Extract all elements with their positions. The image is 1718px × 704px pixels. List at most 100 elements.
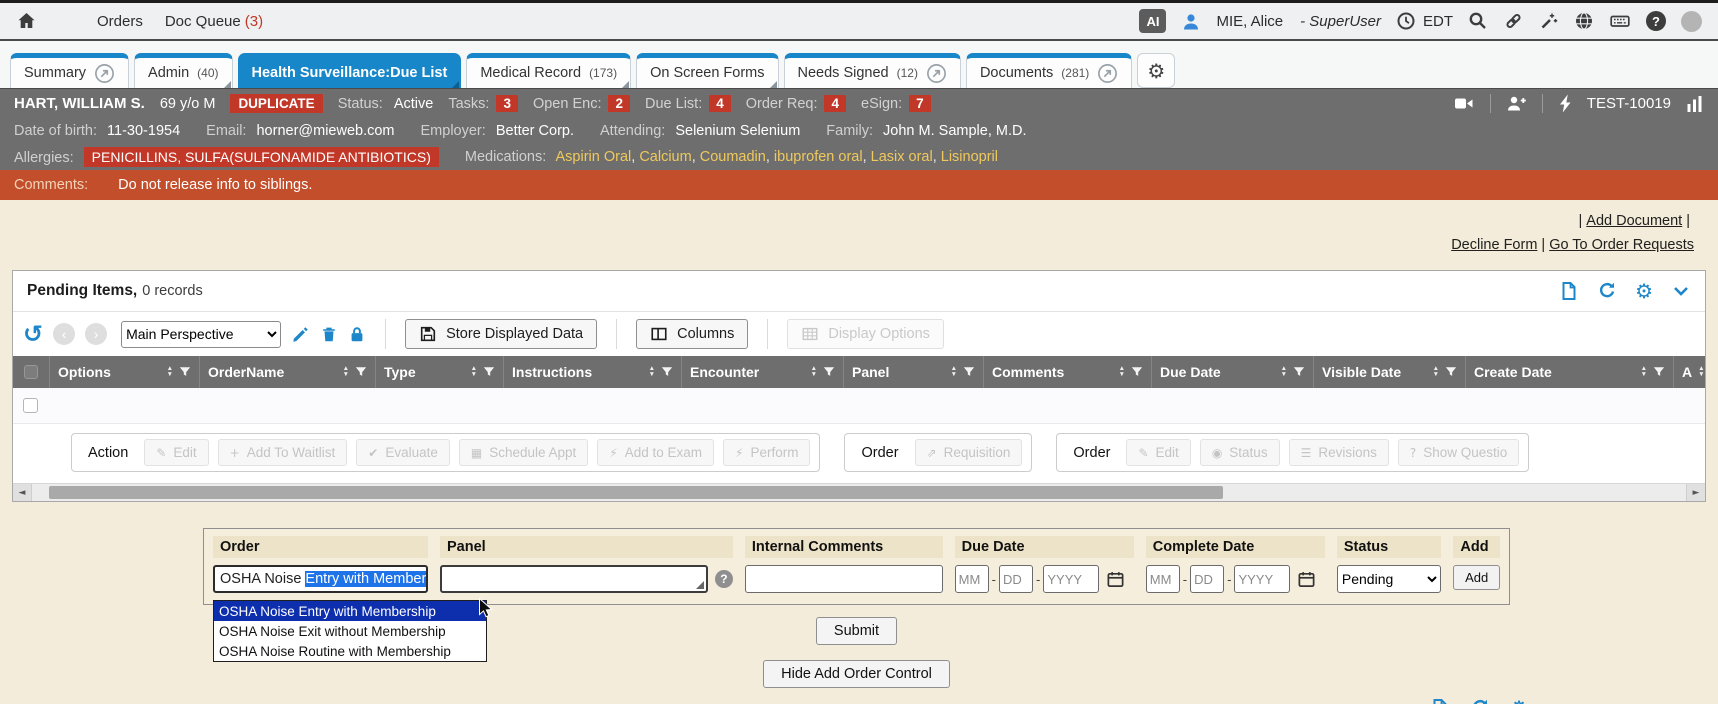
add-person-icon[interactable]: [1506, 94, 1527, 113]
tab[interactable]: Medical Record (173): [466, 53, 631, 88]
status-select[interactable]: Pending: [1337, 565, 1441, 593]
due-date-dd-input[interactable]: [999, 565, 1033, 593]
scroll-right-arrow[interactable]: ►: [1686, 484, 1705, 501]
tab[interactable]: Admin (40): [134, 53, 232, 88]
sort-icon[interactable]: ▲ ▼: [1641, 366, 1647, 378]
clock-icon[interactable]: [1396, 11, 1416, 31]
new-document-icon[interactable]: [1430, 698, 1450, 704]
lightning-icon[interactable]: [1558, 94, 1572, 113]
dropdown-option[interactable]: OSHA Noise Routine with Membership: [214, 641, 486, 661]
store-displayed-data-button[interactable]: Store Displayed Data: [405, 319, 597, 349]
due-date-calendar-icon[interactable]: [1106, 570, 1125, 589]
filter-funnel-icon[interactable]: [823, 366, 835, 378]
counter[interactable]: Open Enc: 2: [533, 95, 630, 112]
sort-icon[interactable]: ▲ ▼: [811, 366, 817, 378]
dropdown-option[interactable]: OSHA Noise Exit without Membership: [214, 621, 486, 641]
bar-chart-icon[interactable]: [1686, 95, 1704, 113]
undo-icon[interactable]: ↺: [23, 322, 43, 346]
panel-combobox[interactable]: [440, 565, 708, 593]
hide-add-order-control-button[interactable]: Hide Add Order Control: [763, 660, 950, 688]
help-icon[interactable]: ?: [1646, 11, 1666, 31]
column-header[interactable]: Encounter ▲ ▼: [681, 356, 843, 388]
filter-funnel-icon[interactable]: [1653, 366, 1665, 378]
link-icon[interactable]: [1503, 11, 1524, 31]
column-header[interactable]: Visible Date ▲ ▼: [1313, 356, 1465, 388]
filter-funnel-icon[interactable]: [355, 366, 367, 378]
counter-badge[interactable]: 3: [496, 95, 518, 112]
keyboard-icon[interactable]: [1609, 11, 1631, 31]
sort-icon[interactable]: ▲ ▼: [649, 366, 655, 378]
add-button[interactable]: Add: [1453, 565, 1500, 590]
sort-icon[interactable]: ▲ ▼: [471, 366, 477, 378]
user-name[interactable]: MIE, Alice: [1216, 13, 1283, 30]
medication-item[interactable]: Coumadin: [700, 149, 774, 165]
edit-perspective-pencil-icon[interactable]: [291, 325, 310, 344]
filter-funnel-icon[interactable]: [963, 366, 975, 378]
wand-icon[interactable]: [1539, 11, 1559, 31]
column-header[interactable]: Type ▲ ▼: [375, 356, 503, 388]
column-header[interactable]: Due Date ▲ ▼: [1151, 356, 1313, 388]
allergies-badge[interactable]: PENICILLINS, SULFA(SULFONAMIDE ANTIBIOTI…: [84, 147, 439, 167]
order-group-2-label[interactable]: Order: [1073, 445, 1110, 461]
column-header[interactable]: A ▲ ▼: [1673, 356, 1705, 388]
perspective-select[interactable]: Main Perspective: [121, 321, 281, 348]
next-perspective-icon[interactable]: ›: [85, 323, 107, 345]
external-link-icon[interactable]: [94, 63, 115, 84]
sort-icon[interactable]: ▲ ▼: [1433, 366, 1439, 378]
breadcrumb-orders[interactable]: Orders: [97, 13, 143, 30]
order-input[interactable]: OSHA Noise Entry with Membership: [213, 565, 428, 593]
collapse-chevron-icon[interactable]: [1548, 698, 1568, 704]
counter-badge[interactable]: 2: [608, 95, 630, 112]
medication-item[interactable]: Lisinopril: [941, 149, 998, 165]
medication-item[interactable]: Lasix oral: [871, 149, 941, 165]
collapse-chevron-icon[interactable]: [1671, 281, 1691, 301]
delete-perspective-trash-icon[interactable]: [320, 325, 338, 344]
add-document-link[interactable]: Add Document: [1586, 213, 1682, 229]
dropdown-option[interactable]: OSHA Noise Entry with Membership: [214, 601, 486, 621]
globe-icon[interactable]: [1574, 11, 1594, 31]
select-all-checkbox[interactable]: [24, 365, 38, 379]
search-icon[interactable]: [1468, 11, 1488, 31]
breadcrumb-doc-queue[interactable]: Doc Queue(3): [165, 13, 263, 30]
column-header[interactable]: Panel ▲ ▼: [843, 356, 983, 388]
column-header[interactable]: Instructions ▲ ▼: [503, 356, 681, 388]
complete-date-calendar-icon[interactable]: [1297, 570, 1316, 589]
counter-badge[interactable]: 4: [709, 95, 731, 112]
counter[interactable]: eSign: 7: [861, 95, 931, 112]
tab[interactable]: Documents (281): [966, 53, 1132, 88]
medication-item[interactable]: ibuprofen oral: [774, 149, 871, 165]
sort-icon[interactable]: ▲ ▼: [951, 366, 957, 378]
complete-date-yyyy-input[interactable]: [1234, 565, 1290, 593]
patient-name[interactable]: HART, WILLIAM S.: [14, 95, 145, 112]
filter-funnel-icon[interactable]: [179, 366, 191, 378]
filter-funnel-icon[interactable]: [661, 366, 673, 378]
filter-funnel-icon[interactable]: [483, 366, 495, 378]
external-link-icon[interactable]: [926, 63, 947, 84]
horizontal-scrollbar[interactable]: ◄ ►: [13, 483, 1705, 501]
counter[interactable]: Due List: 4: [645, 95, 731, 112]
prev-perspective-icon[interactable]: ‹: [53, 323, 75, 345]
panel-help-icon[interactable]: ?: [715, 570, 733, 588]
sort-icon[interactable]: ▲ ▼: [167, 366, 173, 378]
medication-item[interactable]: Aspirin Oral: [556, 149, 640, 165]
column-header[interactable]: Options ▲ ▼: [49, 356, 199, 388]
refresh-icon[interactable]: [1597, 281, 1617, 301]
refresh-icon[interactable]: [1470, 698, 1490, 704]
tab[interactable]: Needs Signed (12): [784, 53, 961, 88]
panel-gear-icon[interactable]: ⚙: [1510, 698, 1528, 704]
sort-icon[interactable]: ▲ ▼: [1698, 366, 1704, 378]
medication-item[interactable]: Calcium: [639, 149, 699, 165]
sort-icon[interactable]: ▲ ▼: [343, 366, 349, 378]
column-header[interactable]: OrderName ▲ ▼: [199, 356, 375, 388]
counter[interactable]: Tasks: 3: [448, 95, 518, 112]
column-header[interactable]: Comments ▲ ▼: [983, 356, 1151, 388]
scrollbar-thumb[interactable]: [49, 486, 1223, 499]
tab[interactable]: On Screen Forms: [636, 53, 778, 88]
action-group-label[interactable]: Action: [88, 445, 128, 461]
order-group-label[interactable]: Order: [861, 445, 898, 461]
home-icon[interactable]: [16, 11, 37, 31]
counter-badge[interactable]: 4: [824, 95, 846, 112]
counter[interactable]: Order Req: 4: [746, 95, 846, 112]
sort-icon[interactable]: ▲ ▼: [1119, 366, 1125, 378]
counter-badge[interactable]: 7: [909, 95, 931, 112]
